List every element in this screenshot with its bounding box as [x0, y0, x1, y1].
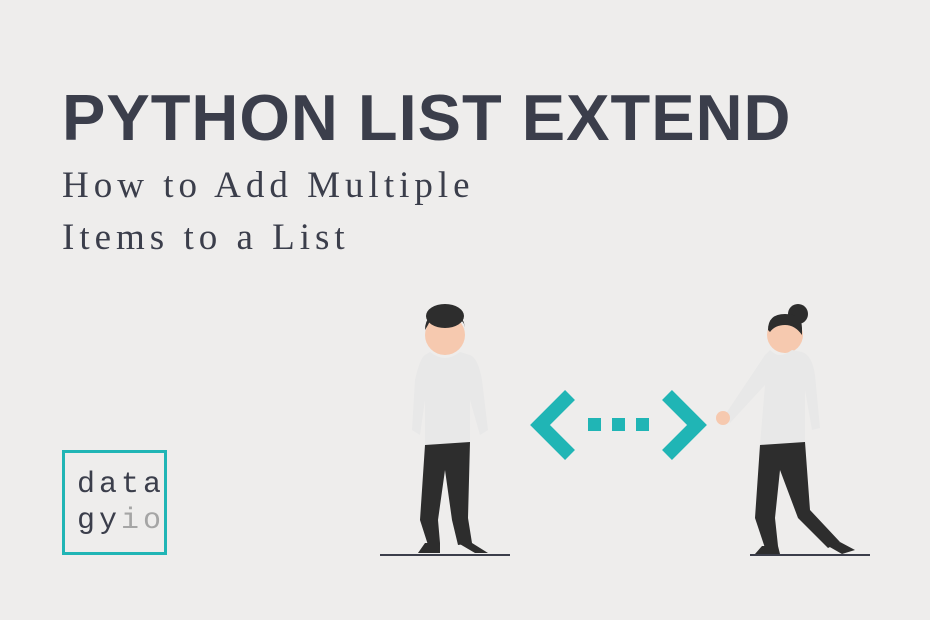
- logo-line2-dark: gy: [77, 504, 121, 538]
- logo-line1: data: [77, 467, 165, 503]
- page-title: Python List Extend: [62, 80, 791, 155]
- person-right-icon: [716, 304, 870, 555]
- logo-line2: gyio: [77, 503, 165, 539]
- distance-indicator-icon: [540, 395, 697, 455]
- person-left-icon: [380, 304, 510, 555]
- page-subtitle: How to Add Multiple Items to a List: [62, 160, 475, 264]
- logo-line2-light: io: [121, 504, 165, 538]
- subtitle-line2: Items to a List: [62, 212, 475, 264]
- logo: data gyio: [62, 450, 167, 555]
- distance-illustration: [370, 300, 880, 570]
- subtitle-line1: How to Add Multiple: [62, 160, 475, 212]
